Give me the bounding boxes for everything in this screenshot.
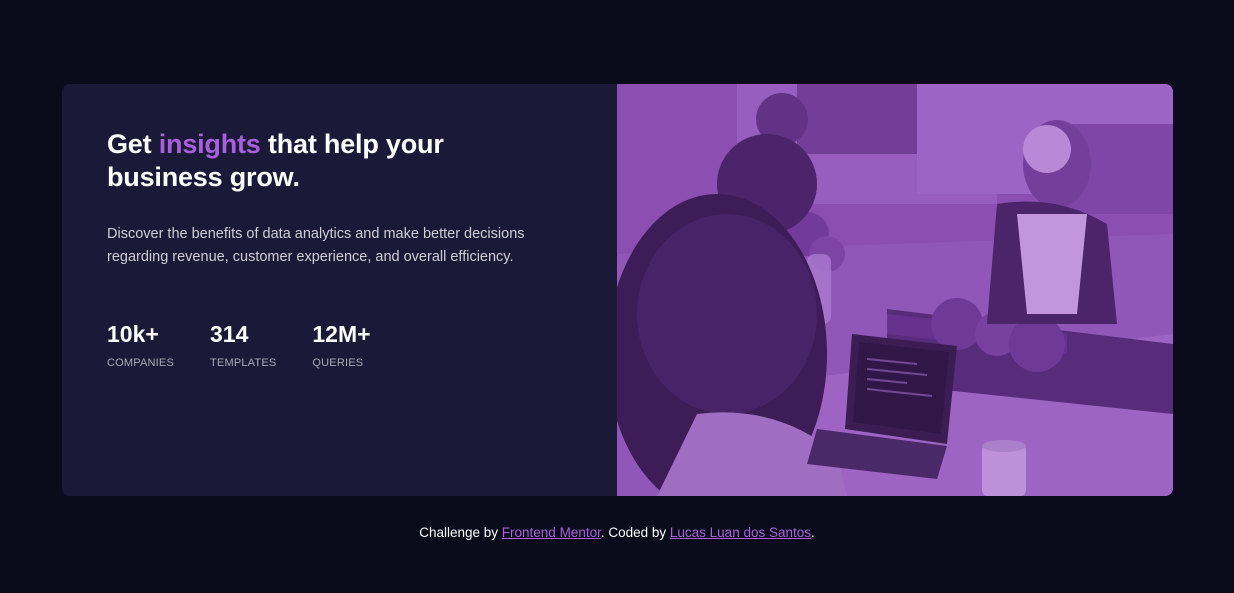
- footer-middle: . Coded by: [600, 525, 670, 540]
- footer-prefix: Challenge by: [419, 525, 502, 540]
- headline-prefix: Get: [107, 129, 159, 159]
- stat-label: QUERIES: [312, 357, 364, 369]
- stat-value: 314: [210, 321, 249, 347]
- headline: Get insights that help your business gro…: [107, 128, 527, 194]
- description: Discover the benefits of data analytics …: [107, 226, 525, 265]
- office-photo: [617, 84, 1173, 496]
- stats-preview-card: Get insights that help your business gro…: [62, 84, 1173, 496]
- stat-templates: 314 TEMPLATES: [210, 321, 276, 369]
- stat-label: COMPANIES: [107, 357, 174, 369]
- office-photo-illustration: [617, 84, 1173, 496]
- stat-label: TEMPLATES: [210, 357, 277, 369]
- stat-value: 10k+: [107, 321, 159, 347]
- author-link[interactable]: Lucas Luan dos Santos: [670, 525, 811, 540]
- stats-row: 10k+ COMPANIES 314 TEMPLATES 12M+ QUERIE…: [107, 321, 617, 369]
- stat-queries: 12M+ QUERIES: [312, 321, 370, 369]
- stat-companies: 10k+ COMPANIES: [107, 321, 174, 369]
- stat-value: 12M+: [312, 321, 371, 347]
- frontend-mentor-link[interactable]: Frontend Mentor: [502, 525, 601, 540]
- footer-suffix: .: [811, 525, 815, 540]
- headline-accent: insights: [158, 129, 261, 159]
- footer-attribution: Challenge by Frontend Mentor. Coded by L…: [0, 525, 1234, 540]
- card-content: Get insights that help your business gro…: [62, 84, 617, 496]
